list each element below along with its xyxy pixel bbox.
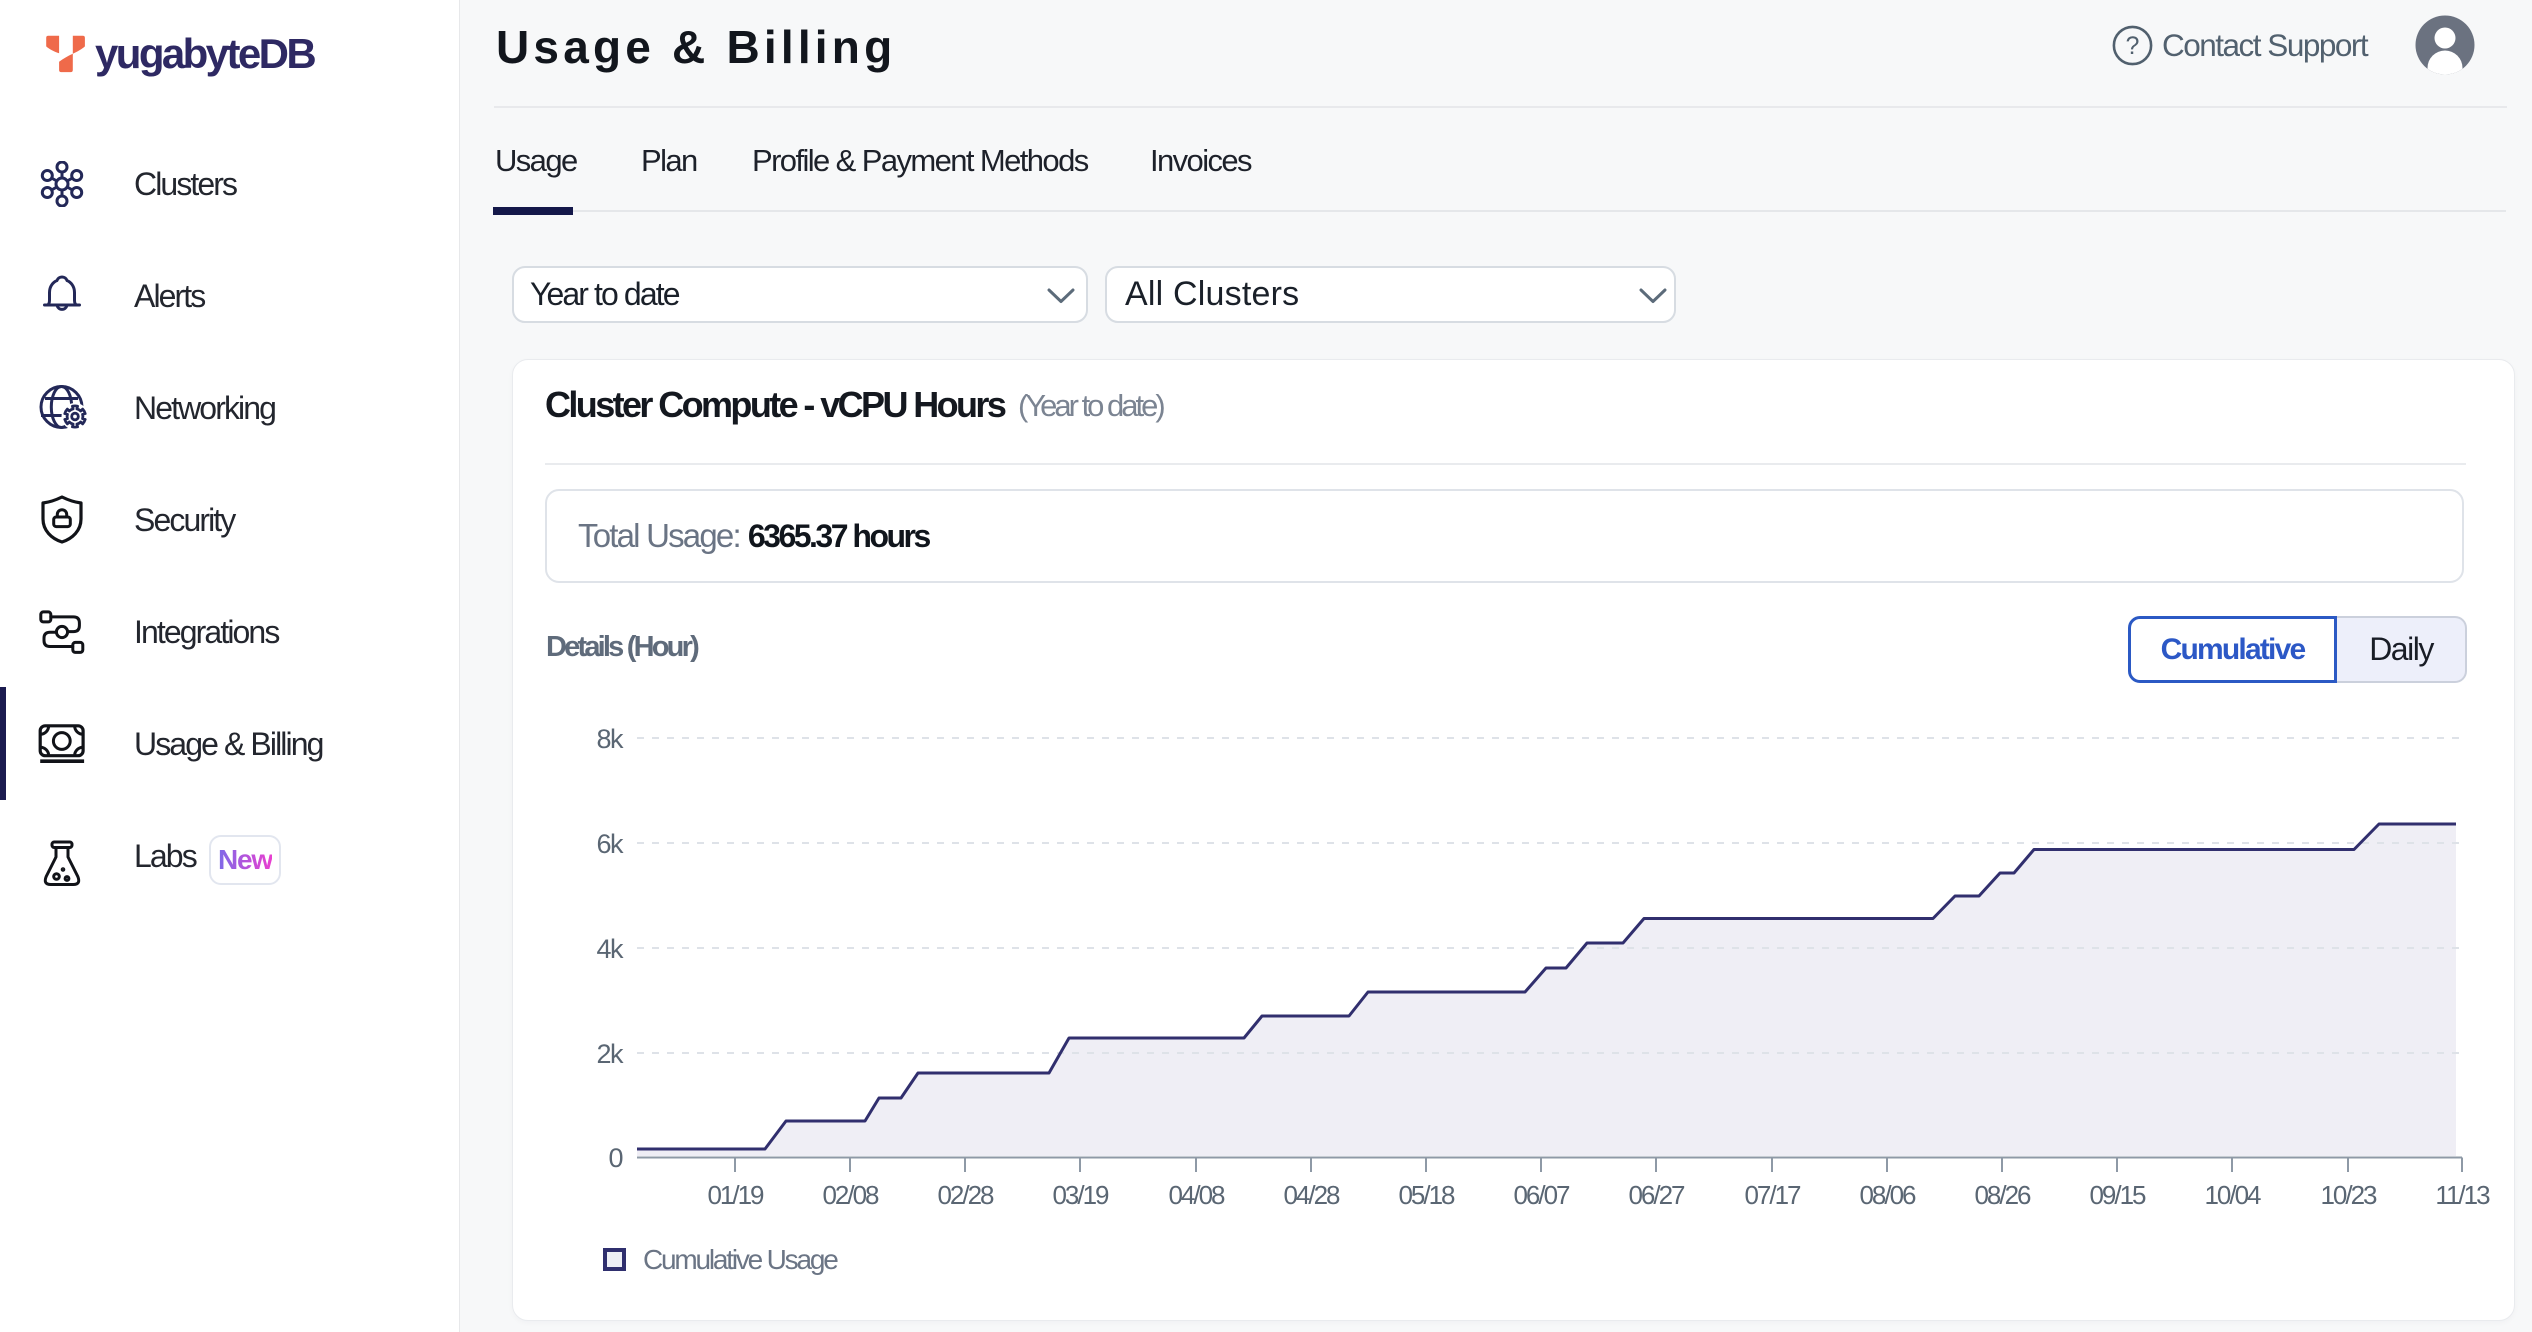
svg-text:10/04: 10/04 (2204, 1180, 2261, 1210)
svg-text:09/15: 09/15 (2089, 1180, 2146, 1210)
svg-text:06/27: 06/27 (1628, 1180, 1685, 1210)
svg-text:06/07: 06/07 (1513, 1180, 1570, 1210)
svg-text:05/18: 05/18 (1398, 1180, 1455, 1210)
svg-text:01/19: 01/19 (707, 1180, 764, 1210)
svg-text:0: 0 (608, 1143, 622, 1173)
svg-text:6k: 6k (596, 829, 624, 859)
svg-text:11/13: 11/13 (2435, 1180, 2490, 1210)
svg-text:?: ? (2126, 32, 2140, 60)
svg-text:07/17: 07/17 (1744, 1180, 1801, 1210)
svg-text:8k: 8k (596, 724, 624, 754)
svg-text:04/28: 04/28 (1283, 1180, 1340, 1210)
svg-text:04/08: 04/08 (1168, 1180, 1225, 1210)
svg-text:02/28: 02/28 (937, 1180, 994, 1210)
svg-text:03/19: 03/19 (1052, 1180, 1109, 1210)
svg-text:2k: 2k (596, 1039, 624, 1069)
svg-text:08/26: 08/26 (1974, 1180, 2031, 1210)
svg-text:10/23: 10/23 (2320, 1180, 2377, 1210)
svg-text:08/06: 08/06 (1859, 1180, 1916, 1210)
svg-text:02/08: 02/08 (822, 1180, 879, 1210)
svg-text:4k: 4k (596, 934, 624, 964)
